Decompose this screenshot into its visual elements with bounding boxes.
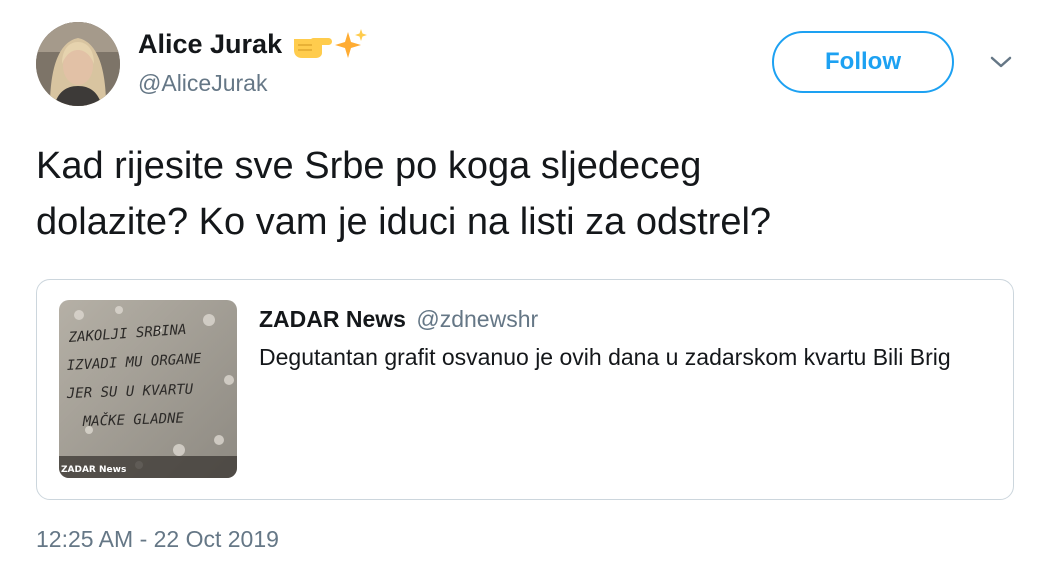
graffiti-photo: ZAKOLJI SRBINA IZVADI MU ORGANE JER SU U… xyxy=(59,300,237,478)
quoted-tweet-header: ZADAR News @zdnewshr xyxy=(259,306,538,333)
author-display-name[interactable]: Alice Jurak xyxy=(138,29,282,60)
quoted-handle[interactable]: @zdnewshr xyxy=(416,306,538,332)
avatar-photo xyxy=(36,22,120,106)
follow-button[interactable]: Follow xyxy=(772,31,954,93)
image-watermark: ZADAR News xyxy=(61,465,126,475)
quoted-tweet-card[interactable]: ZAKOLJI SRBINA IZVADI MU ORGANE JER SU U… xyxy=(36,279,1014,500)
quoted-tweet-text: Degutantan grafit osvanuo je ovih dana u… xyxy=(259,344,951,370)
author-handle[interactable]: @AliceJurak xyxy=(138,70,267,97)
tweet-text: Kad rijesite sve Srbe po koga sljedeceg … xyxy=(36,145,772,243)
pointing-hand-icon xyxy=(294,38,333,58)
chevron-down-icon[interactable] xyxy=(988,52,1014,77)
tweet-timestamp[interactable]: 12:25 AM - 22 Oct 2019 xyxy=(36,526,279,553)
author-name-row: Alice Jurak xyxy=(138,28,368,60)
name-emojis xyxy=(292,28,368,60)
quoted-tweet-image[interactable]: ZAKOLJI SRBINA IZVADI MU ORGANE JER SU U… xyxy=(59,300,237,478)
quoted-display-name[interactable]: ZADAR News xyxy=(259,306,406,332)
avatar[interactable] xyxy=(36,22,120,106)
sparkles-icon xyxy=(335,29,368,58)
